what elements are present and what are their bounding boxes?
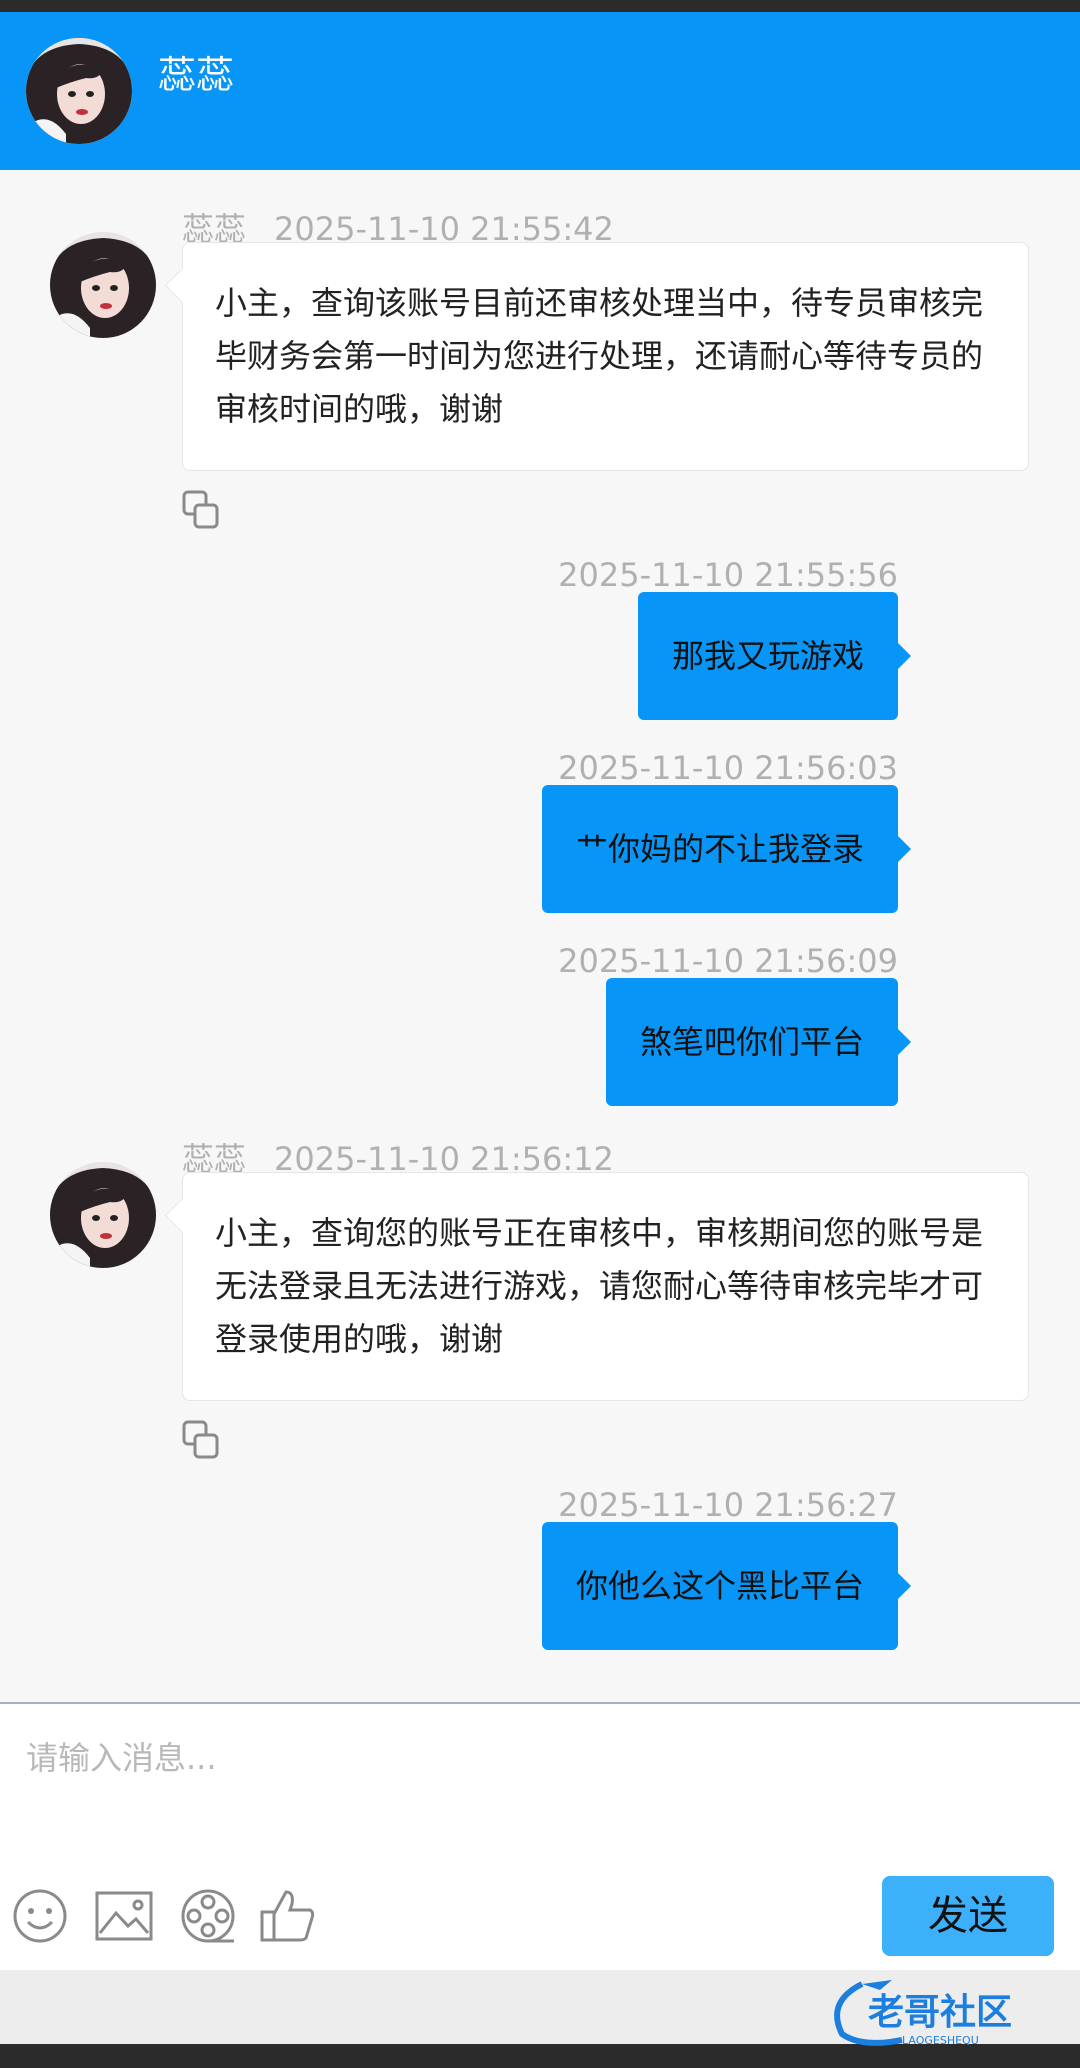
outgoing-message-bubble[interactable]: 艹你妈的不让我登录 [541, 785, 912, 913]
watermark-text: 老哥社区 [868, 1992, 1012, 2033]
message-time: 2025-11-10 21:56:09 [558, 942, 898, 980]
incoming-message-bubble[interactable]: 小主，查询您的账号正在审核中，审核期间您的账号是无法登录且无法进行游戏，请您耐心… [182, 1172, 1029, 1401]
avatar-portrait-icon [50, 1162, 156, 1268]
message-time: 2025-11-10 21:56:03 [558, 749, 898, 787]
emoji-icon[interactable] [10, 1886, 70, 1946]
avatar-portrait-icon [50, 232, 156, 338]
avatar-portrait-icon [26, 38, 132, 144]
outgoing-message-bubble[interactable]: 那我又玩游戏 [637, 592, 912, 720]
copy-icon[interactable] [182, 490, 220, 530]
message-input[interactable] [26, 1728, 1046, 1788]
image-icon[interactable] [94, 1886, 154, 1946]
thumbs-up-icon[interactable] [258, 1886, 318, 1946]
sender-avatar[interactable] [50, 232, 156, 338]
sender-avatar[interactable] [50, 1162, 156, 1268]
send-button[interactable]: 发送 [882, 1876, 1054, 1956]
contact-avatar[interactable] [26, 38, 132, 144]
message-list[interactable]: 蕊蕊 2025-11-10 21:55:42 小主，查询该账号目前还审核处理当中，… [0, 170, 1080, 1702]
video-icon[interactable] [178, 1886, 238, 1946]
watermark-logo: 老哥社区 LAOGESHEQU [834, 1980, 1012, 2047]
outgoing-message-bubble[interactable]: 煞笔吧你们平台 [605, 978, 912, 1106]
chat-header: 蕊蕊 [0, 12, 1080, 170]
message-time: 2025-11-10 21:55:56 [558, 556, 898, 594]
message-time: 2025-11-10 21:56:27 [558, 1486, 898, 1524]
watermark-subtext: LAOGESHEQU [902, 2034, 979, 2047]
contact-name: 蕊蕊 [158, 53, 235, 97]
incoming-message-bubble[interactable]: 小主，查询该账号目前还审核处理当中，待专员审核完毕财务会第一时间为您进行处理，还… [182, 242, 1029, 471]
message-composer: 发送 [0, 1702, 1080, 1970]
status-bar-strip [0, 0, 1080, 12]
copy-icon[interactable] [182, 1420, 220, 1460]
outgoing-message-bubble[interactable]: 你他么这个黑比平台 [541, 1522, 912, 1650]
